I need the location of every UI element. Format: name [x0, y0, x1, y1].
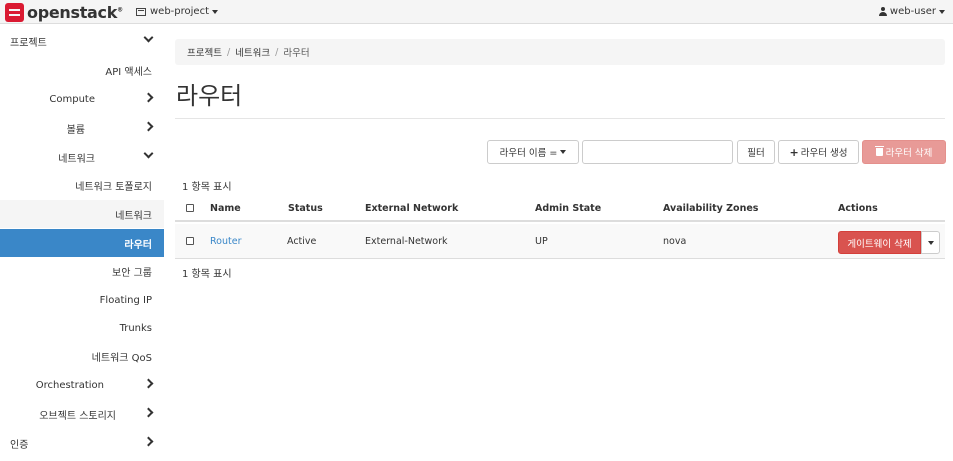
filter-field-label: 라우터 이름 =: [499, 148, 558, 159]
chevron-right-icon: [143, 407, 154, 418]
logo-text: openstack®: [27, 2, 123, 22]
router-status: Active: [287, 235, 317, 247]
breadcrumb-item-network[interactable]: 네트워크: [235, 45, 270, 59]
sidebar: 프로젝트 API 액세스 Compute 볼륨 네트워크 네트워크 토폴로지 네…: [0, 25, 164, 461]
row-checkbox[interactable]: [186, 237, 194, 245]
page-title: 라우터: [176, 82, 243, 110]
project-box-icon: [136, 7, 146, 16]
clear-gateway-label: 게이트웨이 삭제: [847, 238, 912, 250]
chevron-down-icon: [143, 32, 154, 43]
sidebar-item-label: API 액세스: [105, 66, 152, 78]
select-all-cell: [186, 196, 194, 220]
chevron-down-icon: [143, 148, 154, 159]
sidebar-item-floating-ip[interactable]: Floating IP: [0, 286, 164, 314]
sidebar-item-api-access[interactable]: API 액세스: [0, 56, 164, 84]
router-availability-zone: nova: [663, 235, 687, 247]
user-name: web-user: [889, 6, 936, 17]
chevron-right-icon: [143, 92, 154, 103]
router-admin-state: UP: [535, 235, 548, 247]
breadcrumb-item-project[interactable]: 프로젝트: [187, 45, 222, 59]
sidebar-item-label: 네트워크 QoS: [91, 352, 152, 364]
caret-down-icon: [560, 150, 567, 154]
sidebar-item-object-storage[interactable]: 오브젝트 스토리지: [0, 400, 164, 428]
project-name: web-project: [150, 6, 209, 17]
sidebar-item-label: 인증: [10, 439, 29, 451]
sidebar-item-label: 네트워크: [58, 153, 95, 165]
sidebar-item-label: Compute: [49, 93, 95, 105]
caret-down-icon: [927, 240, 934, 245]
table-header: Name Status External Network Admin State…: [175, 196, 945, 222]
breadcrumb: 프로젝트 / 네트워크 / 라우터: [175, 39, 945, 65]
router-external-network: External-Network: [365, 235, 448, 247]
filter-button[interactable]: 필터: [737, 140, 775, 164]
sidebar-item-networks[interactable]: 네트워크: [0, 200, 164, 228]
sidebar-item-label: 프로젝트: [10, 37, 47, 49]
select-all-checkbox[interactable]: [186, 204, 194, 212]
sidebar-item-label: 네트워크: [115, 210, 152, 222]
column-header-external-network[interactable]: External Network: [365, 196, 458, 220]
sidebar-item-label: 오브젝트 스토리지: [39, 410, 116, 422]
filter-button-label: 필터: [747, 148, 765, 159]
user-icon: [878, 7, 887, 16]
openstack-logo-icon: [5, 2, 24, 22]
filter-input[interactable]: [582, 140, 733, 164]
sidebar-item-identity[interactable]: 인증: [0, 429, 164, 457]
column-header-name[interactable]: Name: [210, 196, 241, 220]
router-name-link[interactable]: Router: [210, 236, 241, 247]
column-header-status[interactable]: Status: [288, 196, 323, 220]
plus-icon: +: [789, 145, 799, 159]
sidebar-item-network-topology[interactable]: 네트워크 토폴로지: [0, 171, 164, 199]
sidebar-item-security-groups[interactable]: 보안 그룹: [0, 257, 164, 285]
breadcrumb-separator: /: [226, 46, 231, 58]
column-header-admin-state[interactable]: Admin State: [535, 196, 601, 220]
clear-gateway-button[interactable]: 게이트웨이 삭제: [838, 231, 921, 254]
sidebar-item-label: 볼륨: [66, 124, 85, 136]
project-dropdown[interactable]: web-project: [136, 6, 218, 17]
sidebar-item-volumes[interactable]: 볼륨: [0, 114, 164, 142]
sidebar-item-label: Orchestration: [35, 379, 104, 391]
sidebar-item-network[interactable]: 네트워크: [0, 143, 164, 171]
sidebar-item-compute[interactable]: Compute: [0, 85, 164, 113]
top-navbar: openstack® web-project web-user: [0, 0, 953, 24]
openstack-logo[interactable]: openstack®: [5, 2, 123, 22]
delete-routers-button[interactable]: 라우터 삭제: [862, 140, 946, 164]
title-divider: [175, 118, 945, 119]
column-header-actions: Actions: [838, 202, 878, 214]
sidebar-item-routers[interactable]: 라우터: [0, 229, 164, 257]
router-name-cell: Router: [210, 224, 241, 258]
chevron-right-icon: [143, 121, 154, 132]
sidebar-item-label: 라우터: [124, 239, 152, 251]
chevron-right-icon: [143, 378, 154, 389]
create-router-label: 라우터 생성: [800, 148, 848, 159]
sidebar-item-label: 보안 그룹: [112, 267, 152, 279]
row-select-cell: [186, 224, 194, 258]
sidebar-item-label: Trunks: [119, 322, 152, 334]
sidebar-item-label: 네트워크 토폴로지: [75, 181, 152, 193]
item-count-bottom: 1 항목 표시: [182, 269, 232, 280]
caret-down-icon: [939, 9, 945, 14]
row-actions-dropdown-toggle[interactable]: [921, 231, 940, 254]
sidebar-item-project[interactable]: 프로젝트: [0, 27, 164, 55]
chevron-right-icon: [143, 436, 154, 447]
create-router-button[interactable]: + 라우터 생성: [778, 140, 859, 164]
user-dropdown[interactable]: web-user: [878, 6, 945, 17]
sidebar-item-orchestration[interactable]: Orchestration: [0, 371, 164, 399]
trash-icon: [874, 146, 884, 156]
sidebar-item-label: Floating IP: [99, 294, 152, 306]
caret-down-icon: [212, 9, 218, 14]
sidebar-item-trunks[interactable]: Trunks: [0, 314, 164, 342]
column-header-availability-zones[interactable]: Availability Zones: [663, 196, 758, 220]
table-row: Router Active External-Network UP nova 게…: [175, 224, 945, 259]
breadcrumb-separator: /: [275, 46, 279, 58]
breadcrumb-item-current: 라우터: [283, 48, 310, 59]
delete-routers-label: 라우터 삭제: [885, 148, 933, 159]
item-count-top: 1 항목 표시: [182, 182, 232, 193]
sidebar-item-network-qos[interactable]: 네트워크 QoS: [0, 342, 164, 370]
filter-field-select[interactable]: 라우터 이름 =: [487, 140, 579, 164]
